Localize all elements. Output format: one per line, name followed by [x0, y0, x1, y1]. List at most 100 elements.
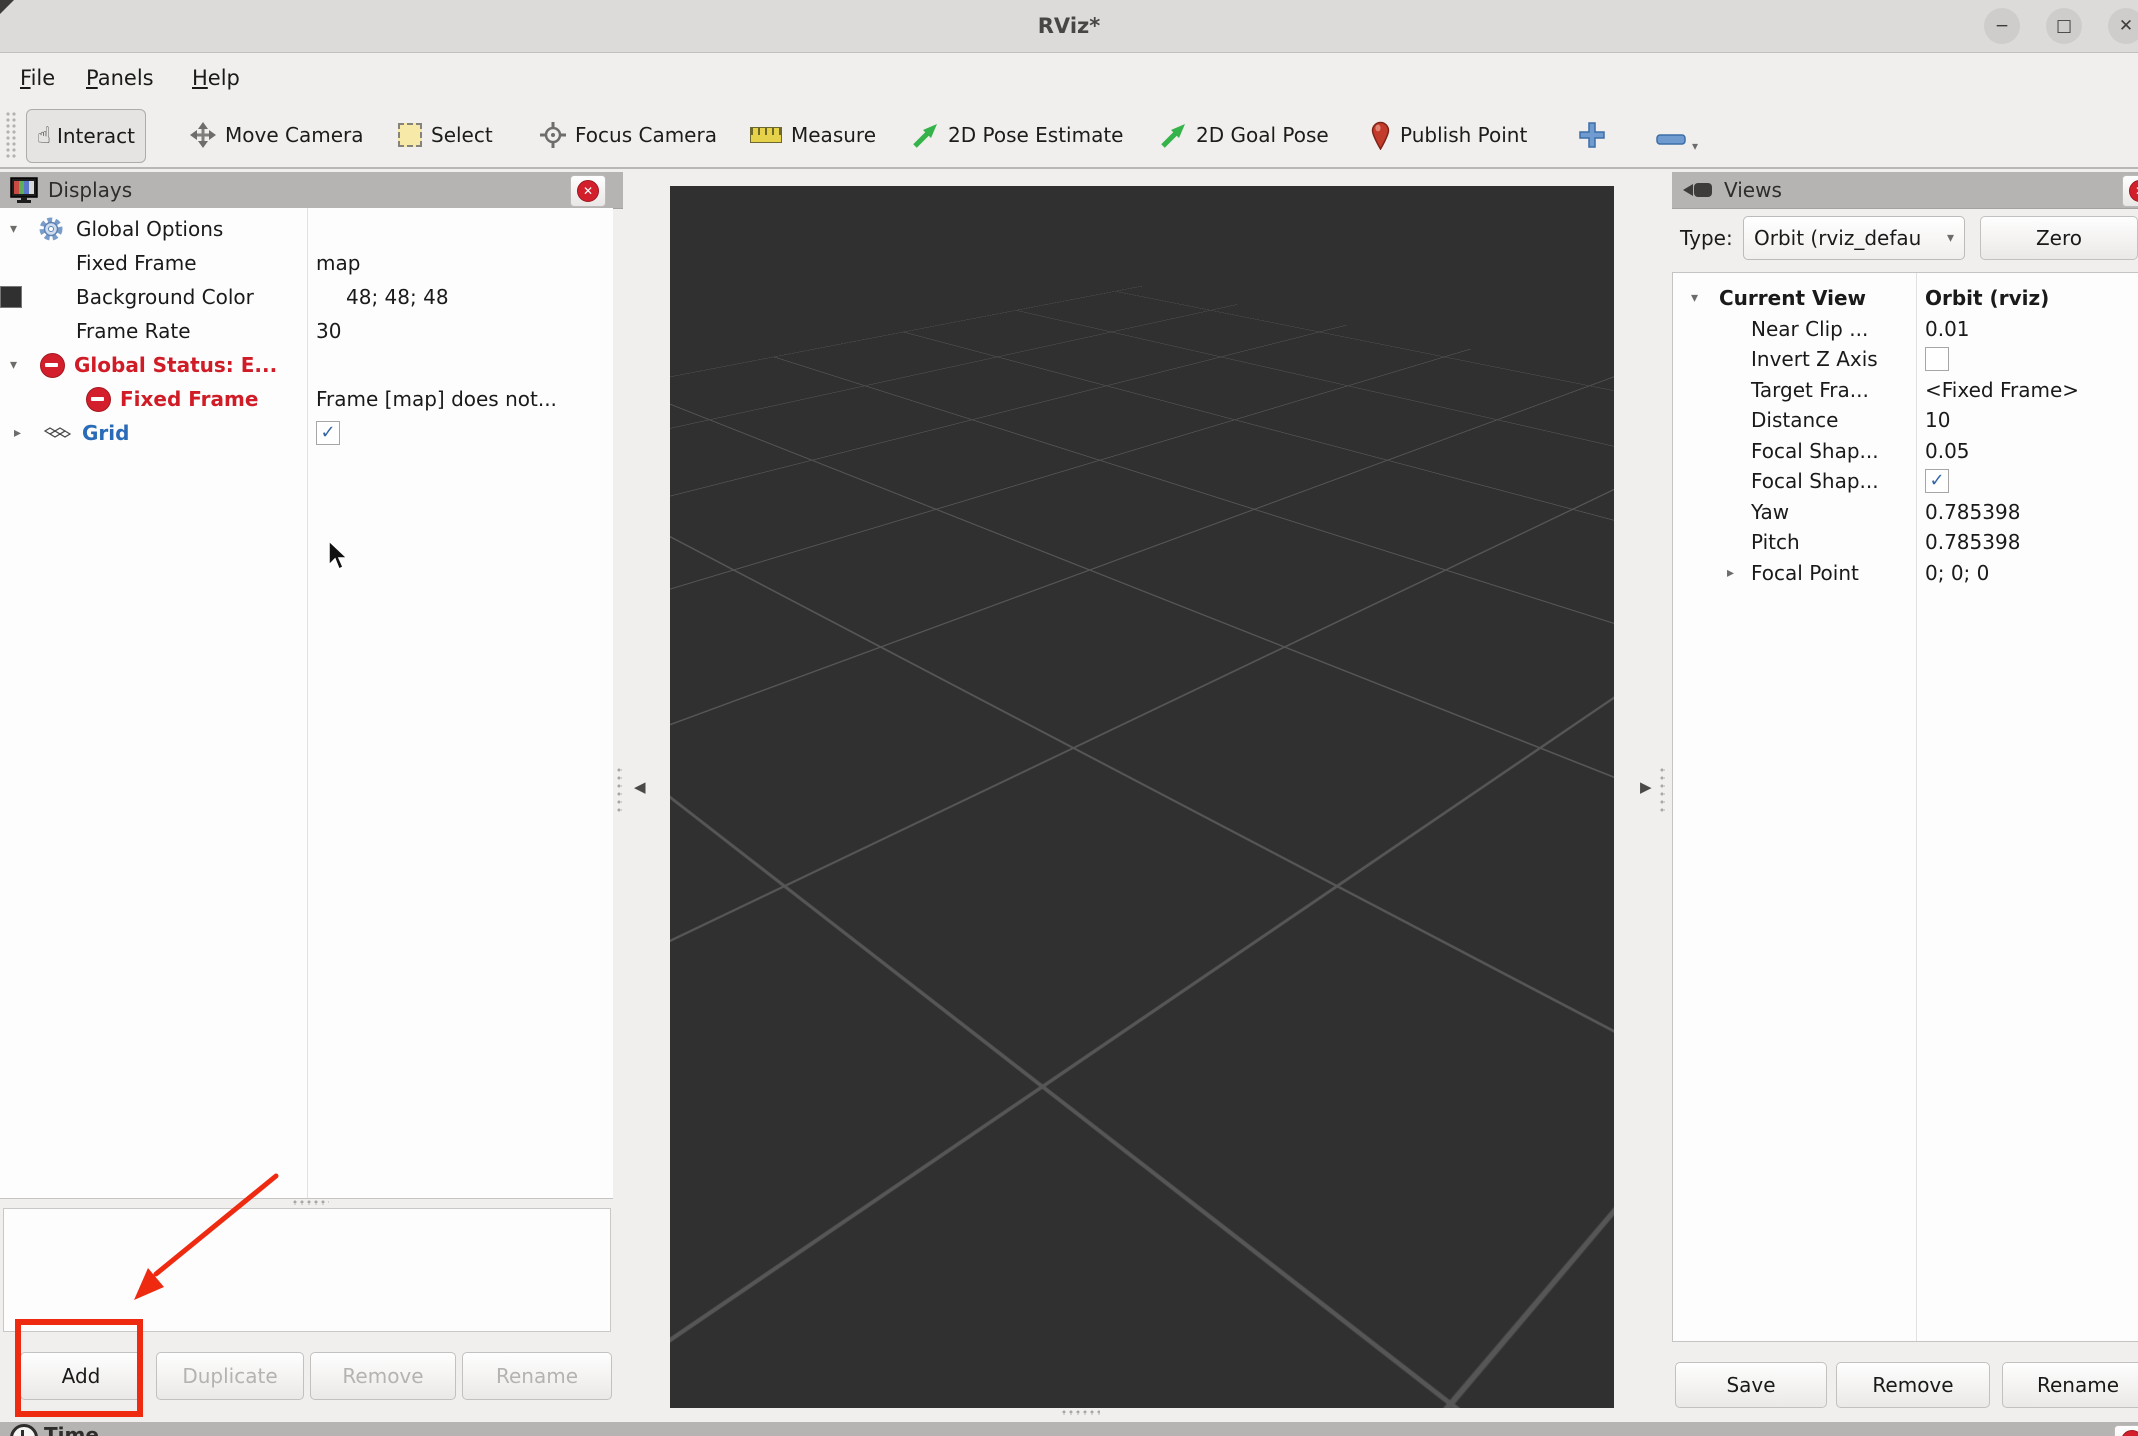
tool-2d-goal-pose[interactable]: 2D Goal Pose [1160, 103, 1329, 167]
tool-focus-camera[interactable]: Focus Camera [540, 103, 717, 167]
tree-row-focal-shape-fixed[interactable]: Focal Shap... ✓ [1673, 466, 2138, 496]
views-camera-icon [1682, 180, 1714, 200]
bottom-splitter-handle[interactable] [1062, 1410, 1100, 1415]
tree-row-fixed-frame[interactable]: Fixed Frame map [0, 246, 613, 280]
tree-row-focal-shape-size[interactable]: Focal Shap... 0.05 [1673, 436, 2138, 466]
tree-row-fixed-frame-error[interactable]: Fixed Frame Frame [map] does not... [0, 382, 613, 416]
views-panel-close-button[interactable]: ✕ [2122, 175, 2138, 207]
row-value[interactable]: 0.785398 [1925, 500, 2020, 524]
minimize-button[interactable]: − [1984, 8, 2020, 44]
displays-splitter-handle[interactable] [293, 1200, 329, 1205]
row-value[interactable]: <Fixed Frame> [1925, 378, 2079, 402]
focus-camera-icon [540, 122, 566, 148]
row-value[interactable]: 30 [316, 319, 341, 343]
tree-row-invert-z-axis[interactable]: Invert Z Axis [1673, 344, 2138, 374]
right-gutter-handle[interactable] [1660, 768, 1665, 814]
row-value[interactable]: 0.05 [1925, 439, 1970, 463]
add-tool-button[interactable] [1578, 121, 1606, 153]
close-button[interactable]: ✕ [2108, 8, 2138, 44]
row-value[interactable]: 0.01 [1925, 317, 1970, 341]
ground-grid [670, 186, 1614, 748]
row-label: Focal Shap... [1751, 469, 1879, 493]
maximize-icon: □ [2056, 18, 2072, 35]
time-panel-close-button[interactable]: ✕ [2114, 1425, 2138, 1436]
duplicate-display-button: Duplicate [156, 1352, 304, 1400]
tree-row-pitch[interactable]: Pitch 0.785398 [1673, 527, 2138, 557]
row-label: Background Color [76, 285, 254, 309]
row-value: Frame [map] does not... [316, 387, 557, 411]
tree-row-background-color[interactable]: Background Color 48; 48; 48 [0, 280, 613, 314]
tree-row-global-options[interactable]: ▾ Global Options [0, 212, 613, 246]
maximize-button[interactable]: □ [2046, 8, 2082, 44]
row-value[interactable]: map [316, 251, 360, 275]
tree-row-focal-point[interactable]: ▸ Focal Point 0; 0; 0 [1673, 558, 2138, 588]
collapse-right-panel-arrow[interactable]: ▶ [1640, 778, 1652, 796]
expander-icon[interactable]: ▸ [14, 425, 21, 441]
window-corner [0, 0, 14, 14]
collapse-left-panel-arrow[interactable]: ◀ [634, 778, 646, 796]
interact-hand-icon: ☝ [37, 123, 51, 149]
window-title: RViz* [0, 0, 2138, 52]
tree-row-distance[interactable]: Distance 10 [1673, 405, 2138, 435]
time-close-icon: ✕ [2121, 1430, 2138, 1436]
tool-move-camera-label: Move Camera [225, 123, 363, 147]
left-gutter-handle[interactable] [617, 768, 622, 814]
toolbar-overflow-button[interactable]: ▾ [1692, 139, 1698, 153]
row-value[interactable]: 0.785398 [1925, 530, 2020, 554]
tool-2d-pose-estimate-label: 2D Pose Estimate [948, 123, 1124, 147]
view-type-value: Orbit (rviz_defau [1754, 226, 1921, 250]
displays-panel-header: Displays ✕ [0, 172, 623, 209]
view-type-combobox[interactable]: Orbit (rviz_defau ▾ [1743, 216, 1965, 260]
save-view-button[interactable]: Save [1675, 1362, 1827, 1408]
tree-row-grid[interactable]: ▸ Grid ✓ [0, 416, 613, 450]
expander-icon[interactable]: ▾ [10, 221, 17, 237]
add-display-button[interactable]: Add [20, 1352, 142, 1400]
rviz-window: RViz* − □ ✕ File Panels Help ☝ Interact … [0, 0, 2138, 1436]
mouse-cursor [326, 540, 352, 574]
tool-2d-pose-estimate[interactable]: 2D Pose Estimate [912, 103, 1124, 167]
focal-shape-checkbox[interactable]: ✓ [1925, 469, 1949, 493]
row-label: Global Status: E... [74, 353, 277, 377]
zero-view-button[interactable]: Zero [1980, 216, 2138, 260]
tree-row-yaw[interactable]: Yaw 0.785398 [1673, 497, 2138, 527]
tool-select[interactable]: Select [398, 103, 493, 167]
tree-row-target-frame[interactable]: Target Fra... <Fixed Frame> [1673, 375, 2138, 405]
clock-icon [10, 1424, 38, 1436]
color-swatch[interactable] [0, 286, 22, 308]
expander-icon[interactable]: ▸ [1727, 565, 1734, 581]
menu-help[interactable]: Help [186, 53, 246, 103]
row-value[interactable]: 0; 0; 0 [1925, 561, 1989, 585]
check-icon: ✓ [1929, 472, 1944, 490]
displays-panel-close-button[interactable]: ✕ [570, 175, 606, 207]
error-status-icon [40, 353, 65, 378]
displays-tree: ▾ Global Options Fixed Frame map Backgro… [0, 208, 613, 1199]
menu-file[interactable]: File [14, 53, 61, 103]
tool-publish-point[interactable]: Publish Point [1370, 103, 1527, 167]
time-panel-title: Time [44, 1423, 99, 1436]
remove-button-label: Remove [342, 1364, 423, 1388]
3d-viewport[interactable] [670, 186, 1614, 1408]
expander-icon[interactable]: ▾ [1691, 290, 1698, 306]
menubar: File Panels Help [0, 53, 2138, 104]
tree-row-current-view[interactable]: ▾ Current View Orbit (rviz) [1673, 283, 2138, 313]
menu-panels[interactable]: Panels [80, 53, 160, 103]
row-value[interactable]: 48; 48; 48 [346, 285, 449, 309]
grid-enabled-checkbox[interactable]: ✓ [316, 421, 340, 445]
remove-view-button[interactable]: Remove [1836, 1362, 1990, 1408]
tree-row-frame-rate[interactable]: Frame Rate 30 [0, 314, 613, 348]
rename-view-button[interactable]: Rename [2002, 1362, 2138, 1408]
select-box-icon [398, 123, 422, 147]
remove-tool-button[interactable] [1656, 130, 1686, 149]
tool-move-camera[interactable]: Move Camera [190, 103, 363, 167]
tree-row-global-status[interactable]: ▾ Global Status: E... [0, 348, 613, 382]
expander-icon[interactable]: ▾ [10, 357, 17, 373]
toolbar-grip[interactable] [6, 112, 18, 158]
views-panel-header: Views ✕ [1672, 172, 2138, 209]
tree-row-near-clip[interactable]: Near Clip ... 0.01 [1673, 314, 2138, 344]
tool-interact[interactable]: ☝ Interact [26, 109, 146, 163]
close-icon: ✕ [2119, 18, 2133, 35]
remove-display-button: Remove [310, 1352, 456, 1400]
row-value[interactable]: 10 [1925, 408, 1950, 432]
invert-z-checkbox[interactable] [1925, 347, 1949, 371]
tool-measure[interactable]: Measure [750, 103, 876, 167]
